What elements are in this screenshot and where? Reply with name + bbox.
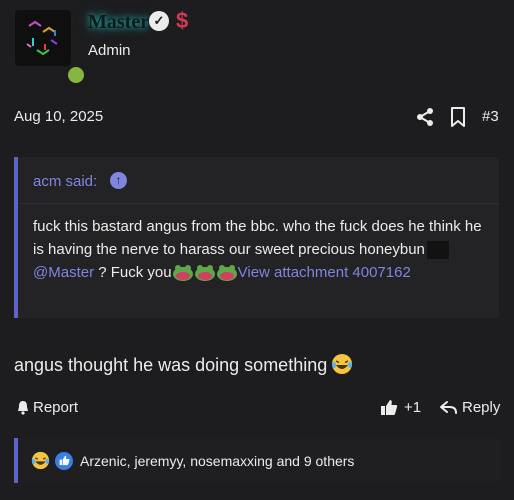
post-date[interactable]: Aug 10, 2025	[14, 108, 103, 125]
reply-arrow-icon	[440, 401, 457, 414]
user-role: Admin	[88, 42, 131, 59]
arrow-up-icon[interactable]: ↑	[110, 172, 127, 189]
bookmark-icon[interactable]	[450, 107, 466, 127]
laughing-crying-icon	[31, 451, 50, 470]
report-button[interactable]: Report	[16, 399, 78, 416]
reply-button[interactable]: Reply	[440, 399, 500, 416]
avatar[interactable]	[15, 10, 86, 85]
reply-label: Reply	[462, 399, 501, 416]
quote-author-link[interactable]: acm said:	[33, 173, 97, 190]
reactions-summary[interactable]: Arzenic, jeremyy, nosemaxxing and 9 othe…	[80, 453, 354, 469]
online-status-dot	[66, 65, 86, 85]
avatar-graphic	[26, 20, 58, 56]
like-count: +1	[404, 399, 422, 416]
post-number[interactable]: #3	[482, 108, 499, 125]
username[interactable]: Master	[88, 11, 149, 34]
verified-badge-icon: ✓	[149, 11, 169, 31]
dollar-badge-icon: $	[176, 8, 189, 33]
post-message: angus thought he was doing something	[14, 353, 353, 376]
report-label: Report	[33, 399, 79, 416]
post-message-text: angus thought he was doing something	[14, 355, 328, 375]
user-mention-link[interactable]: @Master	[33, 264, 94, 281]
attachment-link[interactable]: View attachment 4007162	[238, 264, 411, 281]
quote-text-tail: ? Fuck you	[94, 264, 172, 281]
bell-icon	[18, 401, 28, 415]
quote-text: fuck this bastard angus from the bbc. wh…	[33, 218, 482, 258]
reactions-bar[interactable]: Arzenic, jeremyy, nosemaxxing and 9 othe…	[14, 438, 499, 483]
frog-emoji-icon	[172, 265, 193, 282]
quote-body: fuck this bastard angus from the bbc. wh…	[33, 215, 488, 284]
thumbs-up-icon	[55, 451, 73, 470]
frog-emoji-icon	[194, 265, 215, 282]
inline-image-icon	[426, 241, 449, 260]
thumbs-up-icon	[381, 400, 398, 415]
frog-emoji-icon	[216, 265, 237, 282]
share-icon[interactable]	[415, 107, 435, 127]
like-button[interactable]: +1	[380, 399, 421, 416]
quote-header: acm said: ↑	[18, 157, 499, 204]
quote-block: acm said: ↑ fuck this bastard angus from…	[14, 157, 499, 318]
laughing-crying-emoji-icon	[332, 354, 353, 374]
